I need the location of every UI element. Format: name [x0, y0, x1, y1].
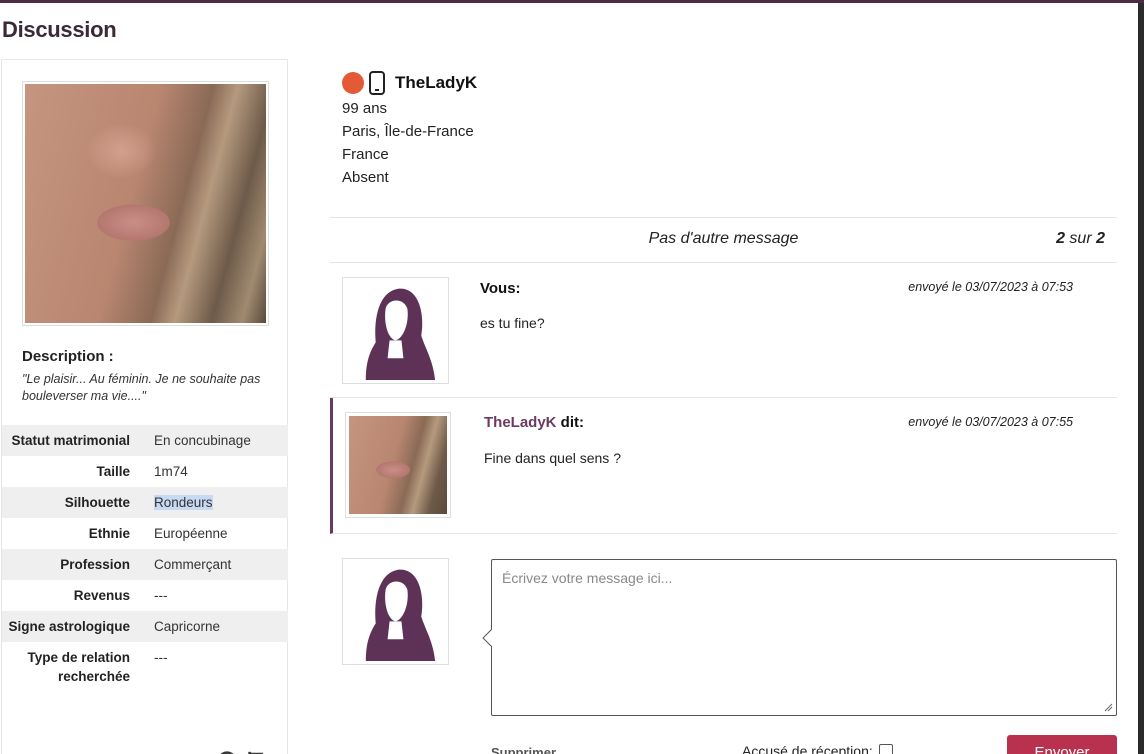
attr-value: Rondeurs: [136, 493, 288, 512]
avatar[interactable]: [345, 412, 451, 518]
attr-value: Européenne: [154, 526, 228, 541]
avatar-photo-image: [349, 416, 447, 514]
page-total: 2: [1096, 230, 1105, 247]
contact-status: Absent: [342, 169, 389, 186]
attr-value: En concubinage: [154, 433, 251, 448]
attr-label: Statut matrimonial: [11, 433, 130, 448]
attr-label: Ethnie: [88, 526, 130, 541]
attr-row-revenus: Revenus ---: [2, 580, 288, 611]
send-button[interactable]: Envoyer: [1007, 735, 1117, 754]
message-input[interactable]: [491, 559, 1117, 716]
message-item: Vous: envoyé le 03/07/2023 à 07:53 es tu…: [330, 263, 1117, 398]
attr-value: 1m74: [154, 464, 188, 479]
selected-text: Rondeurs: [154, 495, 213, 510]
author-suffix: dit:: [556, 414, 585, 431]
message-date: envoyé le 03/07/2023 à 07:55: [908, 415, 1073, 429]
attr-row-signe: Signe astrologique Capricorne: [2, 611, 288, 642]
attr-label: Type de relation recherchée: [27, 650, 130, 684]
attr-row-silhouette: Silhouette Rondeurs: [2, 487, 288, 518]
profile-panel: Description : "Le plaisir... Au féminin.…: [1, 59, 288, 754]
history-icon[interactable]: [216, 750, 238, 754]
page-title: Discussion: [2, 17, 117, 42]
attr-label: Profession: [60, 557, 130, 572]
delete-button[interactable]: Supprimer: [491, 745, 556, 754]
flag-icon[interactable]: [246, 750, 268, 754]
attr-row-profession: Profession Commerçant: [2, 549, 288, 580]
contact-country: France: [342, 146, 389, 163]
profile-photo[interactable]: [22, 81, 269, 326]
status-dot-icon: [342, 72, 364, 94]
attr-row-ethnie: Ethnie Européenne: [2, 518, 288, 549]
window-edge: [1138, 3, 1144, 754]
message-author: TheLadyK dit:: [484, 414, 584, 431]
messages-pagination-bar: Pas d'autre message 2 sur 2: [330, 217, 1117, 263]
attr-value: ---: [154, 588, 168, 603]
author-profile-link[interactable]: TheLadyK: [484, 414, 557, 431]
profile-actions: [216, 750, 268, 754]
pagination-counter: 2 sur 2: [1056, 230, 1105, 248]
attr-row-taille: Taille 1m74: [2, 456, 288, 487]
page-current: 2: [1056, 230, 1065, 247]
message-item: TheLadyK dit: envoyé le 03/07/2023 à 07:…: [330, 398, 1117, 534]
page-separator: sur: [1064, 230, 1097, 247]
contact-city: Paris, Île-de-France: [342, 123, 474, 140]
avatar: [342, 277, 449, 384]
contact-title-line: TheLadyK: [342, 69, 477, 97]
message-date: envoyé le 03/07/2023 à 07:53: [908, 280, 1073, 294]
contact-name[interactable]: TheLadyK: [395, 73, 477, 93]
message-text: es tu fine?: [480, 315, 545, 331]
description-title: Description :: [22, 348, 114, 365]
resize-grip-icon[interactable]: [1103, 702, 1113, 712]
female-silhouette-icon: [365, 288, 436, 380]
no-more-messages: Pas d'autre message: [648, 230, 799, 247]
attr-label: Silhouette: [64, 495, 130, 510]
profile-attributes: Statut matrimonial En concubinage Taille…: [2, 425, 288, 692]
attr-label: Taille: [96, 464, 130, 479]
attr-value: ---: [154, 650, 168, 665]
attr-row-statut: Statut matrimonial En concubinage: [2, 425, 288, 456]
speech-arrow-icon: [482, 629, 492, 647]
mobile-phone-icon: [369, 71, 385, 95]
message-author: Vous:: [480, 280, 521, 297]
attr-label: Revenus: [73, 588, 130, 603]
female-silhouette-icon: [365, 569, 436, 661]
contact-age: 99 ans: [342, 100, 388, 117]
attr-value: Capricorne: [154, 619, 221, 634]
message-text: Fine dans quel sens ?: [484, 450, 621, 466]
attr-label: Signe astrologique: [8, 619, 130, 634]
attr-row-relation: Type de relation recherchée ---: [2, 642, 288, 692]
read-receipt-checkbox[interactable]: [878, 744, 893, 754]
read-receipt-option: Accusé de réception:: [742, 743, 893, 754]
attr-value: Commerçant: [154, 557, 232, 572]
compose-avatar: [342, 558, 449, 665]
contact-header: TheLadyK 99 ans Paris, Île-de-France Fra…: [342, 69, 477, 189]
read-receipt-label: Accusé de réception:: [742, 743, 873, 754]
description-text: "Le plaisir... Au féminin. Je ne souhait…: [22, 372, 261, 403]
profile-photo-image: [25, 84, 266, 323]
